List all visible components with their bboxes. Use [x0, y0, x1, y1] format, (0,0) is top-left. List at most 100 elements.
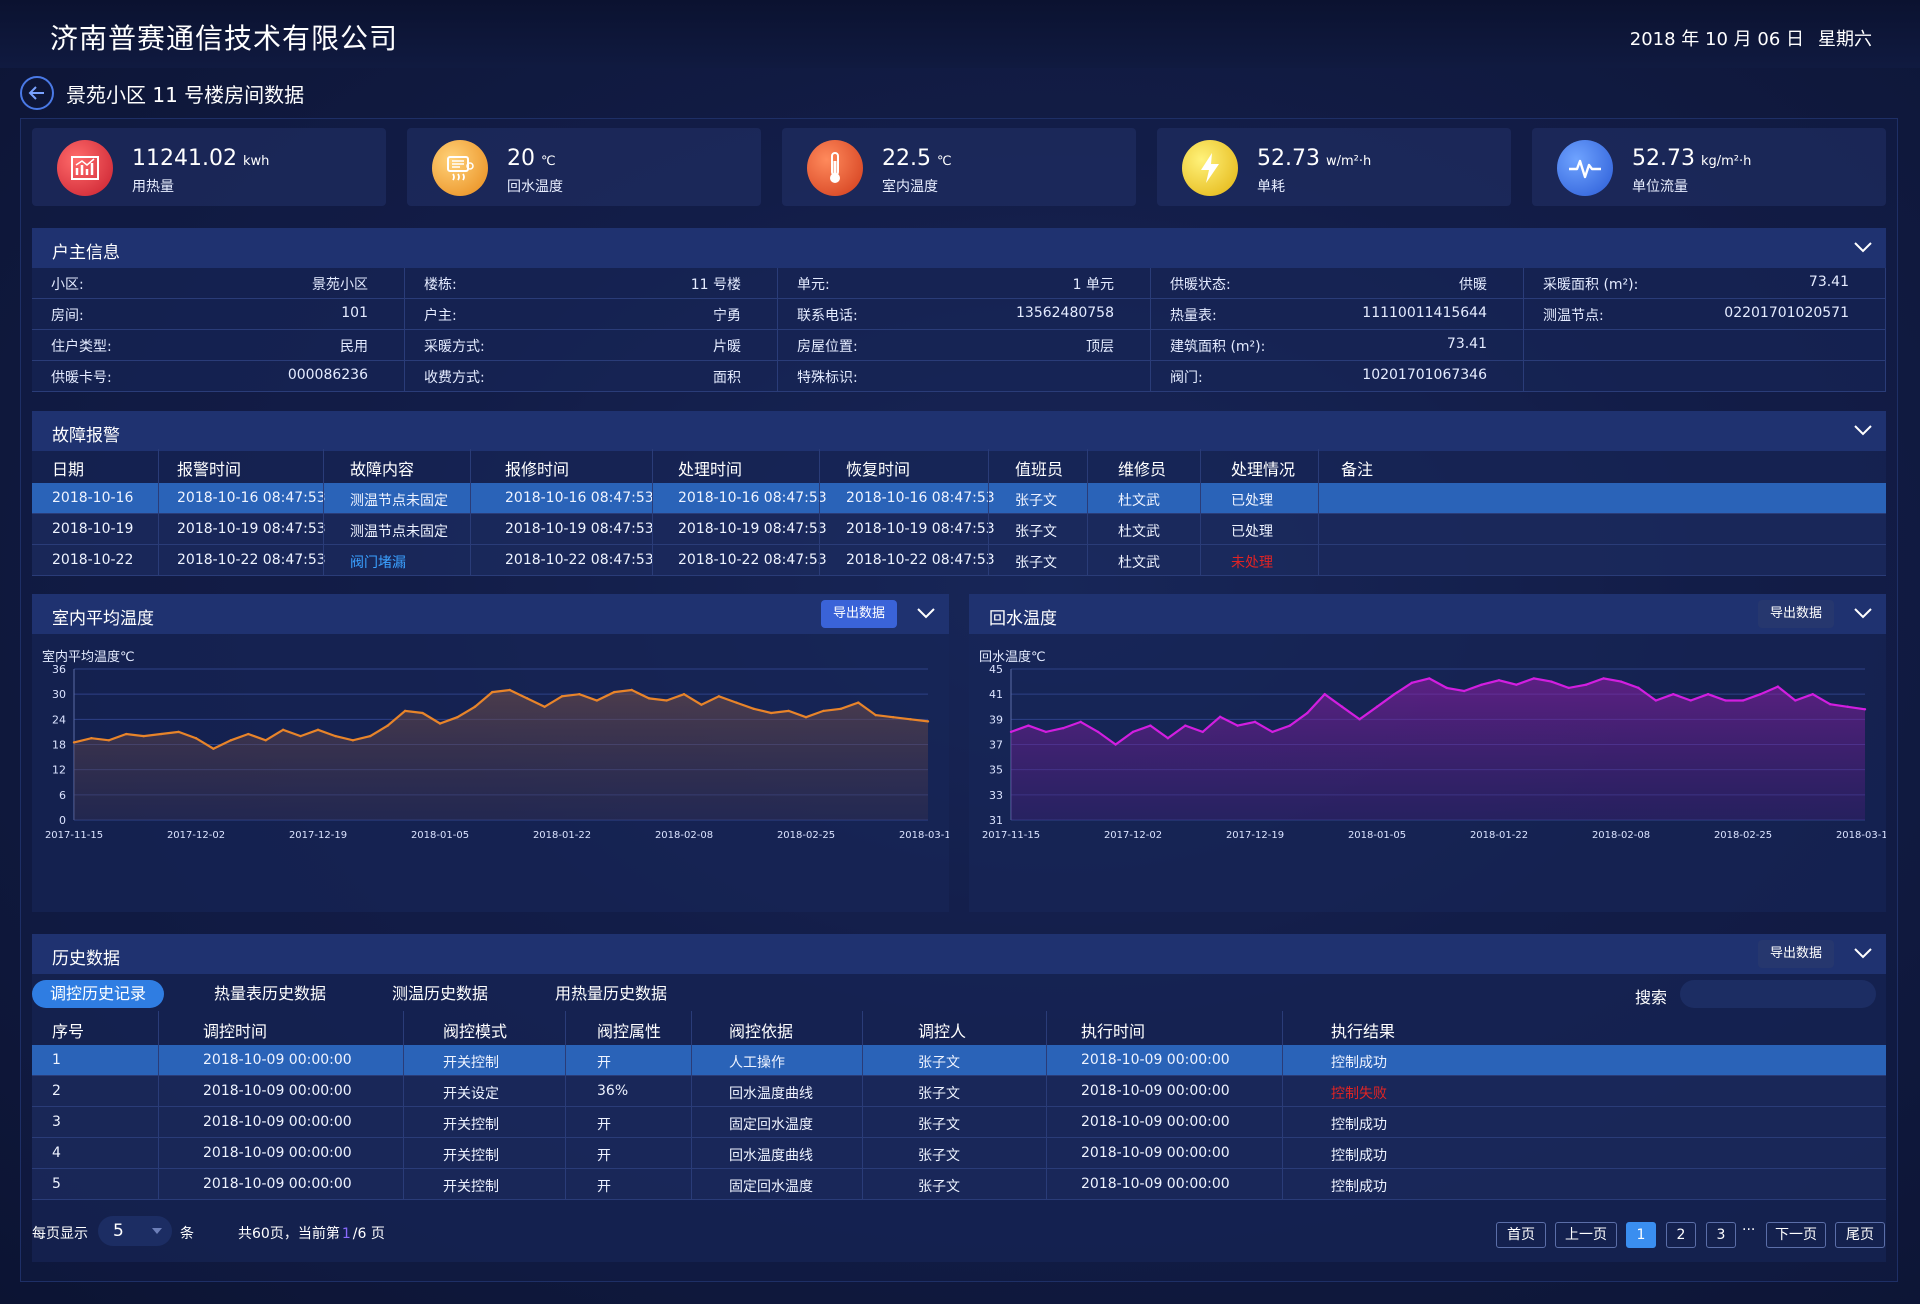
column-header[interactable]: 备注 — [1341, 456, 1373, 480]
table-cell: 控制成功 — [1331, 1055, 1387, 1071]
x-tick-label: 2018-01-05 — [411, 830, 469, 841]
column-header[interactable]: 调控人 — [918, 1018, 966, 1042]
column-header[interactable]: 恢复时间 — [846, 456, 910, 480]
table-row[interactable]: 2018-10-19 2018-10-19 08:47:53 测温节点未固定 2018… — [32, 514, 1886, 545]
per-page-select[interactable]: 5 — [98, 1216, 172, 1246]
tab-valve-history[interactable]: 调控历史记录 — [32, 980, 165, 1008]
stat-label: 单耗 — [1257, 179, 1285, 195]
data-point — [1794, 699, 1797, 702]
data-point — [578, 692, 581, 696]
table-row[interactable]: 4 2018-10-09 00:00:00 开关控制 开 回水温度曲线 张子文 2018-1… — [32, 1138, 1886, 1169]
column-divider — [862, 1011, 863, 1200]
bar-chart-icon — [57, 140, 113, 196]
table-cell: 固定回水温度 — [729, 1179, 813, 1195]
table-row[interactable]: 2018-10-22 2018-10-22 08:47:53 阀门堵漏 2018-10… — [32, 545, 1886, 576]
column-header[interactable]: 调控时间 — [203, 1018, 267, 1042]
table-cell: 2018-10-19 08:47:53 — [846, 521, 995, 537]
export-button[interactable]: 导出数据 — [1757, 600, 1834, 628]
data-point — [613, 690, 616, 694]
table-header: 日期 报警时间 故障内容 报修时间 处理时间 恢复时间 值班员 维修员 处理情况 备注 — [32, 449, 1886, 483]
data-point — [247, 732, 250, 736]
column-header[interactable]: 执行时间 — [1081, 1018, 1145, 1042]
search-input[interactable] — [1680, 980, 1876, 1008]
column-header[interactable]: 阀控属性 — [597, 1018, 661, 1042]
y-tick-label: 35 — [989, 764, 1003, 777]
column-header[interactable]: 阀控依据 — [729, 1018, 793, 1042]
column-header[interactable]: 报警时间 — [177, 456, 241, 480]
column-header[interactable]: 值班员 — [1015, 456, 1063, 480]
column-header[interactable]: 维修员 — [1118, 456, 1166, 480]
top-bar: 济南普赛通信技术有限公司 2018 年 10 月 06 日星期六 — [0, 0, 1920, 68]
x-tick-label: 2018-02-25 — [777, 830, 835, 841]
column-header[interactable]: 处理时间 — [678, 456, 742, 480]
column-header[interactable]: 报修时间 — [505, 456, 569, 480]
data-point — [926, 720, 930, 723]
back-arrow-icon[interactable] — [20, 76, 54, 110]
column-header[interactable]: 执行结果 — [1331, 1018, 1395, 1042]
export-button[interactable]: 导出数据 — [1757, 940, 1834, 968]
owner-info-cell: 联系电话: 13562480758 — [778, 299, 1151, 330]
column-header[interactable]: 序号 — [52, 1018, 84, 1042]
x-tick-label: 2018-01-05 — [1348, 830, 1406, 841]
table-row[interactable]: 2018-10-16 2018-10-16 08:47:53 测温节点未固定 2018… — [32, 483, 1886, 514]
data-point — [90, 737, 93, 740]
return-temp-chart: 31 33 35 37 39 41 45 2017-11-15 2017-12-02 2017-1… — [982, 663, 1886, 841]
column-divider — [1318, 449, 1319, 576]
data-point — [1672, 692, 1675, 696]
tab-heat-usage-history[interactable]: 用热量历史数据 — [555, 980, 667, 1008]
stat-label: 单位流量 — [1632, 179, 1688, 195]
chevron-down-icon[interactable] — [1852, 602, 1874, 624]
chevron-down-icon[interactable] — [915, 602, 937, 624]
per-page-label: 每页显示 — [32, 1226, 88, 1242]
next-page-button[interactable]: 下一页 — [1766, 1222, 1826, 1248]
owner-info-key: 住户类型: — [51, 339, 112, 355]
page-button-2[interactable]: 2 — [1666, 1222, 1696, 1248]
data-point — [1009, 730, 1013, 734]
owner-info-key: 房屋位置: — [797, 339, 858, 355]
data-point — [857, 701, 860, 704]
table-cell: 已处理 — [1231, 493, 1273, 509]
chevron-down-icon[interactable] — [1852, 942, 1874, 964]
page-button-1[interactable]: 1 — [1626, 1222, 1656, 1248]
data-point — [212, 747, 215, 750]
data-point — [735, 701, 738, 704]
column-divider — [158, 1011, 159, 1200]
tab-temperature-history[interactable]: 测温历史数据 — [392, 980, 488, 1008]
y-tick-label: 12 — [52, 764, 66, 777]
column-header[interactable]: 故障内容 — [350, 456, 414, 480]
chevron-down-icon[interactable] — [1852, 419, 1874, 441]
table-row[interactable]: 3 2018-10-09 00:00:00 开关控制 开 固定回水温度 张子文 2018-1… — [32, 1107, 1886, 1138]
table-row[interactable]: 1 2018-10-09 00:00:00 开关控制 开 人工操作 张子文 2018-10-… — [32, 1045, 1886, 1076]
table-cell: 开 — [597, 1148, 611, 1164]
owner-info-cell — [1524, 361, 1886, 392]
alarm-table: 日期 报警时间 故障内容 报修时间 处理时间 恢复时间 值班员 维修员 处理情况 备注 2018-1… — [32, 449, 1886, 576]
table-cell: 2018-10-16 08:47:53 — [846, 490, 995, 506]
data-point — [804, 716, 808, 719]
table-row[interactable]: 2 2018-10-09 00:00:00 开关设定 36% 回水温度曲线 张子文 2018… — [32, 1076, 1886, 1107]
owner-info-cell: 户主: 宁勇 — [405, 299, 778, 330]
table-row[interactable]: 5 2018-10-09 00:00:00 开关控制 开 固定回水温度 张子文 2018-1… — [32, 1169, 1886, 1200]
column-header[interactable]: 阀控模式 — [443, 1018, 507, 1042]
data-point — [1619, 680, 1623, 683]
data-point — [1759, 692, 1762, 696]
chevron-down-icon[interactable] — [1852, 236, 1874, 258]
data-point — [787, 709, 790, 713]
owner-info-grid: 小区: 景苑小区 楼栋: 11 号楼 单元: 1 单元 供暖状态: 供暖 采暖面积 (m²): 7… — [32, 268, 1886, 392]
last-page-button[interactable]: 尾页 — [1835, 1222, 1885, 1248]
data-point — [769, 711, 773, 715]
x-tick-label: 2017-12-19 — [289, 830, 347, 841]
data-point — [1637, 686, 1640, 690]
owner-info-value: 11 号楼 — [690, 277, 741, 293]
tab-heat-meter-history[interactable]: 热量表历史数据 — [214, 980, 326, 1008]
owner-info-key: 建筑面积 (m²): — [1170, 339, 1266, 355]
prev-page-button[interactable]: 上一页 — [1555, 1222, 1617, 1248]
export-button[interactable]: 导出数据 — [820, 600, 897, 628]
column-header[interactable]: 处理情况 — [1231, 456, 1295, 480]
owner-info-key: 户主: — [424, 308, 457, 324]
first-page-button[interactable]: 首页 — [1496, 1222, 1546, 1248]
owner-info-cell: 供暖卡号: 000086236 — [32, 361, 405, 392]
column-header[interactable]: 日期 — [52, 456, 84, 480]
data-point — [1236, 724, 1239, 727]
page-button-3[interactable]: 3 — [1706, 1222, 1736, 1248]
table-cell: 张子文 — [918, 1117, 960, 1133]
